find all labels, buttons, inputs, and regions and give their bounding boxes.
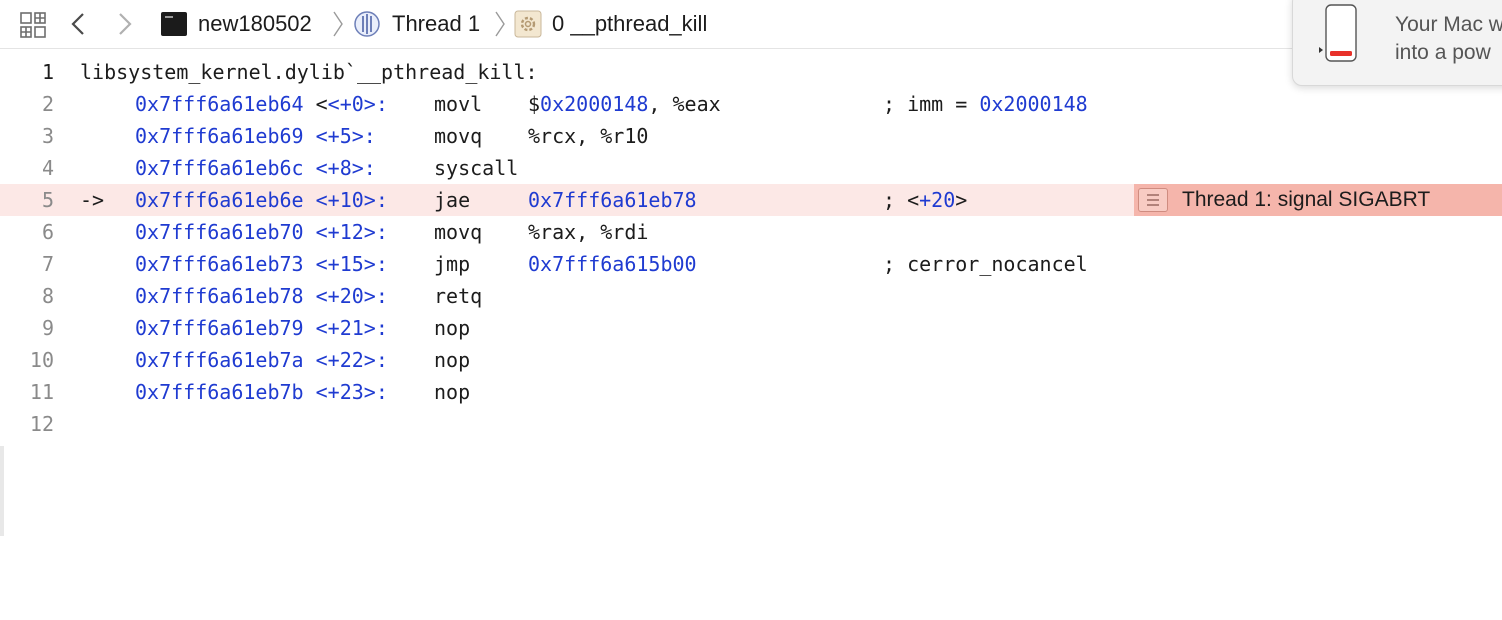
instruction-operands: 0x7fff6a61eb78 <box>528 188 697 212</box>
gear-icon <box>514 10 542 38</box>
chevron-left-icon[interactable] <box>68 12 90 36</box>
breadcrumb-project[interactable]: new180502 <box>198 11 312 37</box>
instruction-offset: <+22>: <box>315 348 388 372</box>
instruction-mnemonic: movq <box>434 220 483 244</box>
instruction-mnemonic: movl <box>434 92 483 116</box>
annotation-text: Thread 1: signal SIGABRT <box>1182 188 1431 211</box>
instruction-mnemonic: nop <box>434 380 471 404</box>
instruction-address: 0x7fff6a61eb79 <+21>: <box>135 316 388 340</box>
instruction-mnemonic: jmp <box>434 252 471 276</box>
instruction-comment: ; imm = 0x2000148 <box>883 92 1088 116</box>
breadcrumb-thread[interactable]: Thread 1 <box>392 11 480 37</box>
code-line: 8 0x7fff6a61eb78 <+20>: retq <box>0 280 1502 312</box>
instruction-address: 0x7fff6a61eb70 <+12>: <box>135 220 388 244</box>
instruction-address: 0x7fff6a61eb7b <+23>: <box>135 380 388 404</box>
instruction-address: 0x7fff6a61eb78 <+20>: <box>135 284 388 308</box>
instruction-address: 0x7fff6a61eb6c <+8>: <box>135 156 376 180</box>
instruction-mnemonic: retq <box>434 284 483 308</box>
instruction-mnemonic: syscall <box>434 156 519 180</box>
instruction-mnemonic: jae <box>434 188 471 212</box>
breadcrumb-separator-icon <box>493 10 507 38</box>
function-label: libsystem_kernel.dylib`__pthread_kill: <box>80 60 538 84</box>
breadcrumb-frame[interactable]: 0 __pthread_kill <box>552 11 707 37</box>
line-number: 2 <box>41 92 54 116</box>
code-line: 1 libsystem_kernel.dylib`__pthread_kill: <box>0 56 1502 88</box>
instruction-offset: <+12>: <box>315 220 388 244</box>
instruction-operands: $0x2000148, %eax <box>528 92 721 116</box>
line-number: 11 <box>29 380 54 404</box>
terminal-icon <box>161 12 187 36</box>
code-line: 9 0x7fff6a61eb79 <+21>: nop <box>0 312 1502 344</box>
instruction-mnemonic: nop <box>434 316 471 340</box>
instruction-offset: <+21>: <box>315 316 388 340</box>
current-code-line: 5 -> 0x7fff6a61eb6e <+10>: jae 0x7fff6a6… <box>0 184 1502 216</box>
line-number: 9 <box>41 316 54 340</box>
line-number: 6 <box>41 220 54 244</box>
instruction-mnemonic: movq <box>434 124 483 148</box>
gutter-edge <box>0 446 4 536</box>
code-line: 12 <box>0 408 1502 440</box>
instruction-address: 0x7fff6a61eb6e <+10>: <box>135 188 388 212</box>
chevron-right-icon[interactable] <box>114 12 136 36</box>
instruction-offset: <+20>: <box>315 284 388 308</box>
instruction-address: 0x7fff6a61eb73 <+15>: <box>135 252 388 276</box>
line-number: 1 <box>41 60 54 84</box>
code-line: 6 0x7fff6a61eb70 <+12>: movq %rax, %rdi <box>0 216 1502 248</box>
instruction-mnemonic: nop <box>434 348 471 372</box>
breadcrumb-separator-icon <box>331 10 345 38</box>
instruction-offset: <+23>: <box>315 380 388 404</box>
instruction-operands: 0x7fff6a615b00 <box>528 252 697 276</box>
grid-icon[interactable] <box>20 12 46 38</box>
instruction-operands: %rax, %rdi <box>528 220 649 244</box>
instruction-comment: ; cerror_nocancel <box>883 252 1088 276</box>
line-number: 4 <box>41 156 54 180</box>
line-number: 3 <box>41 124 54 148</box>
instruction-operands: %rcx, %r10 <box>528 124 649 148</box>
instruction-offset: <+10>: <box>315 188 388 212</box>
code-line: 3 0x7fff6a61eb69 <+5>: movq %rcx, %r10 <box>0 120 1502 152</box>
instruction-offset: <+5>: <box>315 124 376 148</box>
line-number: 10 <box>29 348 54 372</box>
line-number: 12 <box>29 412 54 436</box>
code-line: 4 0x7fff6a61eb6c <+8>: syscall <box>0 152 1502 184</box>
code-line: 7 0x7fff6a61eb73 <+15>: jmp 0x7fff6a615b… <box>0 248 1502 280</box>
line-number: 7 <box>41 252 54 276</box>
instruction-offset: <+15>: <box>315 252 388 276</box>
code-line: 2 0x7fff6a61eb64 <<+0>: movl $0x2000148,… <box>0 88 1502 120</box>
thread-icon <box>353 10 381 38</box>
instruction-address: 0x7fff6a61eb69 <+5>: <box>135 124 376 148</box>
signal-annotation[interactable]: Thread 1: signal SIGABRT <box>1134 184 1502 216</box>
disassembly-editor[interactable]: 1 libsystem_kernel.dylib`__pthread_kill:… <box>0 56 1502 620</box>
current-instruction-marker: -> <box>80 188 105 212</box>
instruction-address: 0x7fff6a61eb64 <<+0>: <box>135 92 388 116</box>
line-number: 5 <box>41 188 54 212</box>
instruction-address: 0x7fff6a61eb7a <+22>: <box>135 348 388 372</box>
line-number: 8 <box>41 284 54 308</box>
instruction-offset: <+0>: <box>327 92 388 116</box>
instruction-offset-open: < <box>315 92 328 116</box>
code-line: 11 0x7fff6a61eb7b <+23>: nop <box>0 376 1502 408</box>
instruction-offset: <+8>: <box>315 156 376 180</box>
jump-bar: new180502 Thread 1 0 __pthread_kill <box>0 0 1502 49</box>
instruction-comment: ; <+20> <box>883 188 968 212</box>
annotation-menu-icon[interactable] <box>1138 188 1168 212</box>
code-line: 10 0x7fff6a61eb7a <+22>: nop <box>0 344 1502 376</box>
